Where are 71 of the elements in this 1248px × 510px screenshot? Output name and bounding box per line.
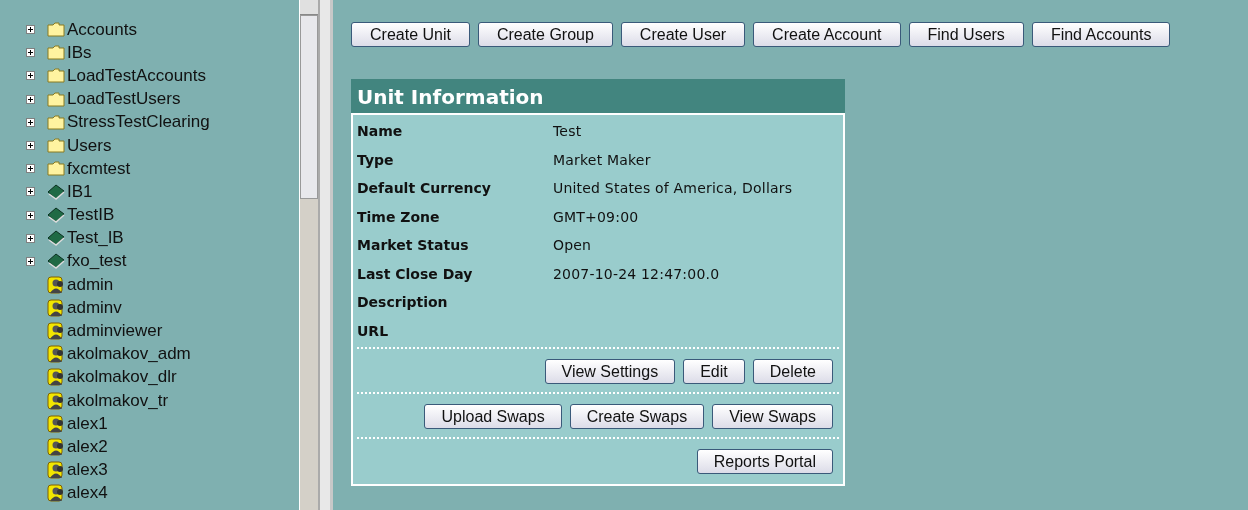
tree-item[interactable]: IBs — [26, 41, 299, 65]
field-value: United States of America, Dollars — [553, 179, 794, 199]
tree-item[interactable]: Test_IB — [26, 226, 299, 250]
tree-item[interactable]: adminviewer — [26, 319, 299, 343]
field-label: Default Currency — [357, 179, 492, 199]
tree-item[interactable]: Accounts — [26, 18, 299, 42]
tree-item[interactable]: akolmakov_adm — [26, 342, 299, 366]
toolbar-button[interactable]: Find Accounts — [1031, 22, 1171, 47]
folder-icon — [47, 161, 65, 177]
tree-item[interactable]: adminv — [26, 296, 299, 320]
field-label: Name — [357, 122, 404, 142]
book-icon — [47, 230, 65, 247]
field-label: URL — [357, 321, 390, 341]
panel-title: Unit Information — [351, 79, 845, 113]
users-icon — [47, 484, 65, 503]
users-icon — [47, 298, 65, 317]
field-label: Time Zone — [357, 207, 441, 227]
action-button[interactable]: Create Swaps — [569, 404, 705, 429]
users-icon — [47, 322, 65, 341]
users-icon — [47, 368, 65, 387]
tree-item[interactable]: TestIB — [26, 203, 299, 227]
users-icon — [47, 461, 65, 480]
tree-item[interactable]: akolmakov_tr — [26, 389, 299, 413]
tree-item[interactable]: akolmakov_dlr — [26, 365, 299, 389]
field-value: GMT+09:00 — [553, 207, 640, 227]
scrollbar[interactable] — [299, 0, 318, 510]
users-icon — [47, 275, 65, 294]
tree-item[interactable]: StressTestClearing — [26, 110, 299, 134]
book-icon — [47, 207, 65, 224]
tree-item[interactable]: fxo_test — [26, 249, 299, 274]
toolbar-button[interactable]: Find Users — [908, 22, 1024, 47]
toolbar-button[interactable]: Create Unit — [351, 22, 470, 47]
users-icon — [47, 345, 65, 364]
field-value: Open — [553, 236, 593, 256]
action-button[interactable]: Delete — [752, 359, 833, 384]
toolbar-button[interactable]: Create Account — [753, 22, 901, 47]
tree-item[interactable]: alex3 — [26, 458, 299, 482]
field-label: Type — [357, 150, 395, 170]
field-value: 2007-10-24 12:47:00.0 — [553, 264, 721, 284]
field-value: Market Maker — [553, 150, 652, 170]
folder-icon — [47, 22, 65, 38]
tree-item[interactable]: alex4 — [26, 481, 299, 505]
field-label: Last Close Day — [357, 264, 474, 284]
field-value: Test — [553, 122, 583, 142]
field-label: Market Status — [357, 236, 470, 256]
folder-icon — [47, 68, 65, 84]
users-icon — [47, 437, 65, 456]
tree-item[interactable]: IB1 — [26, 180, 299, 204]
action-button[interactable]: View Swaps — [712, 404, 833, 429]
tree-item[interactable]: LoadTestAccounts — [26, 64, 299, 88]
tree-item[interactable]: alex2 — [26, 435, 299, 459]
action-button[interactable]: Edit — [683, 359, 745, 384]
tree-item[interactable]: alex1 — [26, 412, 299, 436]
folder-icon — [47, 138, 65, 154]
action-button[interactable]: View Settings — [544, 359, 676, 384]
toolbar-button[interactable]: Create Group — [477, 22, 613, 47]
action-button[interactable]: Reports Portal — [696, 449, 833, 474]
action-button[interactable]: Upload Swaps — [424, 404, 562, 429]
book-icon — [47, 183, 65, 200]
tree-item[interactable]: admin — [26, 273, 299, 297]
folder-icon — [47, 114, 65, 130]
folder-icon — [47, 45, 65, 61]
folder-icon — [47, 91, 65, 107]
users-icon — [47, 391, 65, 410]
book-icon — [47, 253, 65, 270]
tree-item[interactable]: fxcmtest — [26, 157, 299, 181]
field-label: Description — [357, 293, 449, 313]
tree-item[interactable]: LoadTestUsers — [26, 87, 299, 111]
tree-item[interactable]: Users — [26, 133, 299, 158]
toolbar-button[interactable]: Create User — [620, 22, 746, 47]
users-icon — [47, 414, 65, 433]
